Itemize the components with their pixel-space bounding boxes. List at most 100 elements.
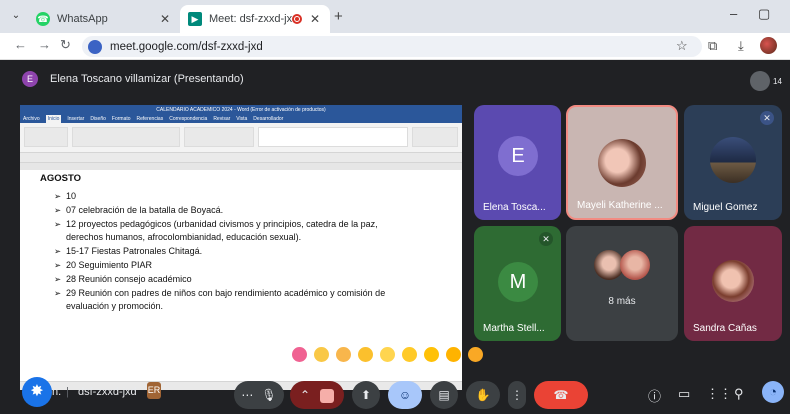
list-item-text: 10 — [66, 191, 77, 201]
quick-access-toolbar — [20, 153, 462, 163]
list-item: ➢ 29 Reunión con padres de niños con baj… — [32, 287, 462, 315]
close-tab-icon[interactable]: ✕ — [158, 12, 172, 26]
thumbs-up-icon[interactable] — [314, 347, 329, 362]
camera-button[interactable]: ⌃ — [290, 381, 344, 409]
joy-face-icon[interactable] — [380, 347, 395, 362]
thumbs-down-icon[interactable] — [468, 347, 483, 362]
participant-photo — [620, 250, 650, 280]
maximize-icon[interactable]: ▢ — [758, 6, 770, 22]
participant-tile[interactable]: E Elena Tosca... — [474, 105, 561, 220]
participants-indicator[interactable]: 14 — [750, 71, 782, 91]
tab-list-icon[interactable]: ⌄ — [8, 8, 24, 24]
more-options-icon: ⋯ — [241, 388, 254, 402]
participant-name: Elena Tosca... — [483, 202, 546, 213]
host-name-partial: n. — [52, 386, 62, 398]
participant-tile[interactable]: Sandra Cañas — [684, 226, 782, 341]
back-icon[interactable]: ← — [14, 37, 27, 52]
list-item: ➢ 12 proyectos pedagógicos (urbanidad ci… — [32, 218, 462, 246]
chevron-up-icon: ⌃ — [299, 388, 311, 402]
styles-group — [258, 127, 408, 147]
word-title-bar: CALENDARIO ACADEMICO 2024 - Word (Error … — [20, 105, 462, 115]
address-bar[interactable]: meet.google.com/dsf-zxxd-jxd — [82, 36, 702, 57]
ribbon-tab: Inicio — [45, 115, 62, 123]
participant-initial: M — [498, 262, 538, 302]
captions-button[interactable]: ▤ — [430, 381, 458, 409]
microphone-icon: 🎙 — [261, 388, 277, 402]
profile-avatar[interactable] — [760, 37, 777, 54]
list-item-text: 12 proyectos pedagógicos (urbanidad civi… — [66, 218, 378, 229]
presenter-bar: E Elena Toscano villamizar (Presentando) — [22, 71, 244, 87]
surprised-face-icon[interactable] — [402, 347, 417, 362]
reactions-button[interactable]: ☺ — [388, 381, 422, 409]
participant-name: Miguel Gomez — [693, 202, 758, 213]
url-text: meet.google.com/dsf-zxxd-jxd — [110, 40, 263, 53]
participant-tile-active-speaker[interactable]: Mayeli Katherine ... — [566, 105, 678, 220]
extensions-icon[interactable]: ⧉ — [708, 38, 717, 54]
more-participants-tile[interactable]: 8 más — [566, 226, 678, 341]
gemini-assist-icon[interactable]: ✸ — [22, 377, 52, 407]
download-icon[interactable]: ⤓ — [738, 38, 744, 54]
presenter-label: Elena Toscano villamizar (Presentando) — [50, 73, 244, 85]
ribbon-tab: Revisar — [213, 116, 231, 122]
forward-icon[interactable]: → — [38, 37, 51, 52]
chat-icon[interactable]: ▭ — [678, 386, 690, 402]
tab-meet[interactable]: ▶ Meet: dsf-zxxd-jxd ✕ — [180, 5, 330, 33]
participant-photo — [710, 137, 756, 183]
camera-off-icon — [320, 388, 335, 403]
bookmark-star-icon[interactable]: ☆ — [676, 38, 688, 54]
more-options-button[interactable]: ⋮ — [508, 381, 526, 409]
site-info-icon[interactable] — [88, 39, 102, 54]
paragraph-group — [184, 127, 254, 147]
more-participants-label: 8 más — [608, 296, 636, 307]
reactions-bar — [292, 347, 483, 362]
list-item-text: 15-17 Fiestas Patronales Chitagá. — [66, 246, 203, 257]
present-icon: ⬆ — [360, 388, 372, 402]
thinking-face-icon[interactable] — [446, 347, 461, 362]
reload-icon[interactable]: ↻ — [60, 37, 71, 53]
host-controls-icon[interactable]: ⚲ — [734, 386, 744, 402]
leave-call-button[interactable]: ☎ — [534, 381, 588, 409]
ribbon-tab: Diseño — [90, 116, 106, 122]
list-item: ➢ 28 Reunión consejo académico — [32, 273, 462, 287]
participant-tile[interactable]: ✕ Miguel Gomez — [684, 105, 782, 220]
clapping-hands-icon[interactable] — [358, 347, 373, 362]
activities-icon[interactable]: ⋮⋮ — [706, 386, 732, 402]
arrow-bullet-icon: ➢ — [54, 259, 62, 270]
close-tab-icon[interactable]: ✕ — [308, 12, 322, 26]
sparkling-heart-icon[interactable] — [292, 347, 307, 362]
arrow-bullet-icon: ➢ — [54, 246, 62, 257]
minimize-icon[interactable]: – — [730, 6, 737, 21]
emoji-icon: ☺ — [398, 388, 412, 402]
recording-icon — [292, 14, 302, 24]
sad-face-icon[interactable] — [424, 347, 439, 362]
party-popper-icon[interactable] — [336, 347, 351, 362]
tab-whatsapp[interactable]: ☎ WhatsApp ✕ — [28, 5, 180, 33]
font-group — [72, 127, 180, 147]
meet-stage: E Elena Toscano villamizar (Presentando)… — [0, 60, 790, 414]
browser-toolbar: ← → ↻ meet.google.com/dsf-zxxd-jxd ☆ ⧉ ⤓ — [0, 33, 790, 60]
list-item-text: 20 Seguimiento PIAR — [66, 259, 153, 270]
participant-count: 14 — [773, 76, 782, 86]
word-ribbon — [20, 123, 462, 153]
list-item-text: 07 celebración de la batalla de Boyacá. — [66, 204, 224, 215]
participant-name: Mayeli Katherine ... — [577, 200, 663, 211]
timer-icon[interactable]: ◔ — [762, 381, 784, 403]
end-call-icon: ☎ — [553, 388, 569, 402]
hand-icon: ✋ — [475, 388, 491, 402]
captions-icon: ▤ — [438, 388, 450, 402]
clipboard-group — [24, 127, 68, 147]
participant-name: Sandra Cañas — [693, 323, 757, 334]
doc-heading: AGOSTO — [40, 173, 81, 184]
raise-hand-button[interactable]: ✋ — [466, 381, 500, 409]
new-tab-icon[interactable]: + — [334, 8, 343, 25]
present-screen-button[interactable]: ⬆ — [352, 381, 380, 409]
browser-tab-bar: ⌄ ☎ WhatsApp ✕ ▶ Meet: dsf-zxxd-jxd ✕ + … — [0, 0, 790, 33]
tab-label: WhatsApp — [57, 13, 108, 25]
presenter-avatar: E — [22, 71, 38, 87]
info-icon[interactable]: ⓘ — [648, 386, 661, 405]
participant-tile[interactable]: M ✕ Martha Stell... — [474, 226, 561, 341]
participant-name: Martha Stell... — [483, 323, 545, 334]
ribbon-tab: Vista — [236, 116, 248, 122]
mic-button[interactable]: ⋯ 🎙 — [234, 381, 284, 409]
list-item-text: evaluación y promoción. — [66, 301, 164, 312]
